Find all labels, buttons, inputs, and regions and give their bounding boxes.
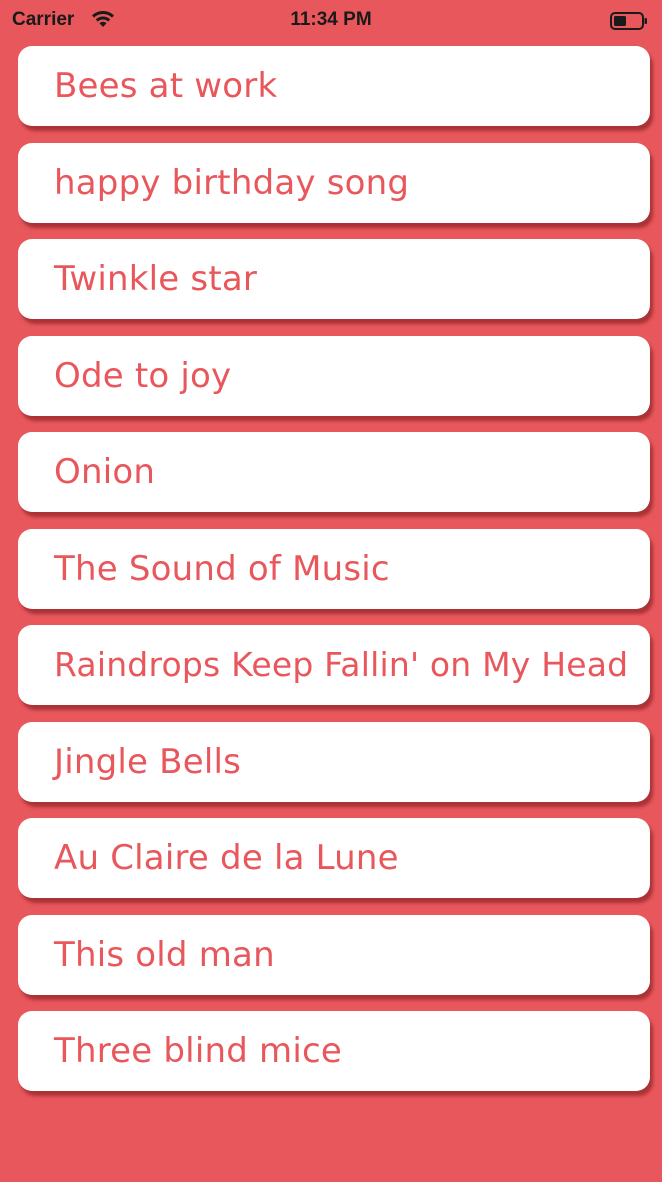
song-label: Au Claire de la Lune: [54, 838, 399, 878]
song-item-twinkle-star[interactable]: Twinkle star: [18, 239, 650, 319]
song-label: Jingle Bells: [54, 742, 242, 782]
battery-icon: [610, 12, 647, 30]
status-bar: Carrier 11:34 PM: [0, 0, 662, 40]
status-time: 11:34 PM: [290, 9, 372, 30]
song-item-onion[interactable]: Onion: [18, 432, 650, 512]
song-label: Twinkle star: [54, 259, 258, 299]
song-label: Bees at work: [54, 66, 278, 106]
song-label: Onion: [54, 452, 156, 492]
song-label: This old man: [54, 935, 275, 975]
song-item-au-claire-de-la-lune[interactable]: Au Claire de la Lune: [18, 818, 650, 898]
song-item-jingle-bells[interactable]: Jingle Bells: [18, 722, 650, 802]
song-item-bees-at-work[interactable]: Bees at work: [18, 46, 650, 126]
song-item-raindrops[interactable]: Raindrops Keep Fallin' on My Head: [18, 625, 650, 705]
song-label: Raindrops Keep Fallin' on My Head: [54, 645, 629, 684]
song-item-three-blind-mice[interactable]: Three blind mice: [18, 1011, 650, 1091]
song-item-this-old-man[interactable]: This old man: [18, 915, 650, 995]
song-label: happy birthday song: [54, 163, 410, 203]
song-label: The Sound of Music: [54, 549, 390, 589]
song-item-happy-birthday-song[interactable]: happy birthday song: [18, 143, 650, 223]
song-label: Three blind mice: [54, 1031, 342, 1071]
song-item-ode-to-joy[interactable]: Ode to joy: [18, 336, 650, 416]
song-item-the-sound-of-music[interactable]: The Sound of Music: [18, 529, 650, 609]
song-label: Ode to joy: [54, 356, 232, 396]
